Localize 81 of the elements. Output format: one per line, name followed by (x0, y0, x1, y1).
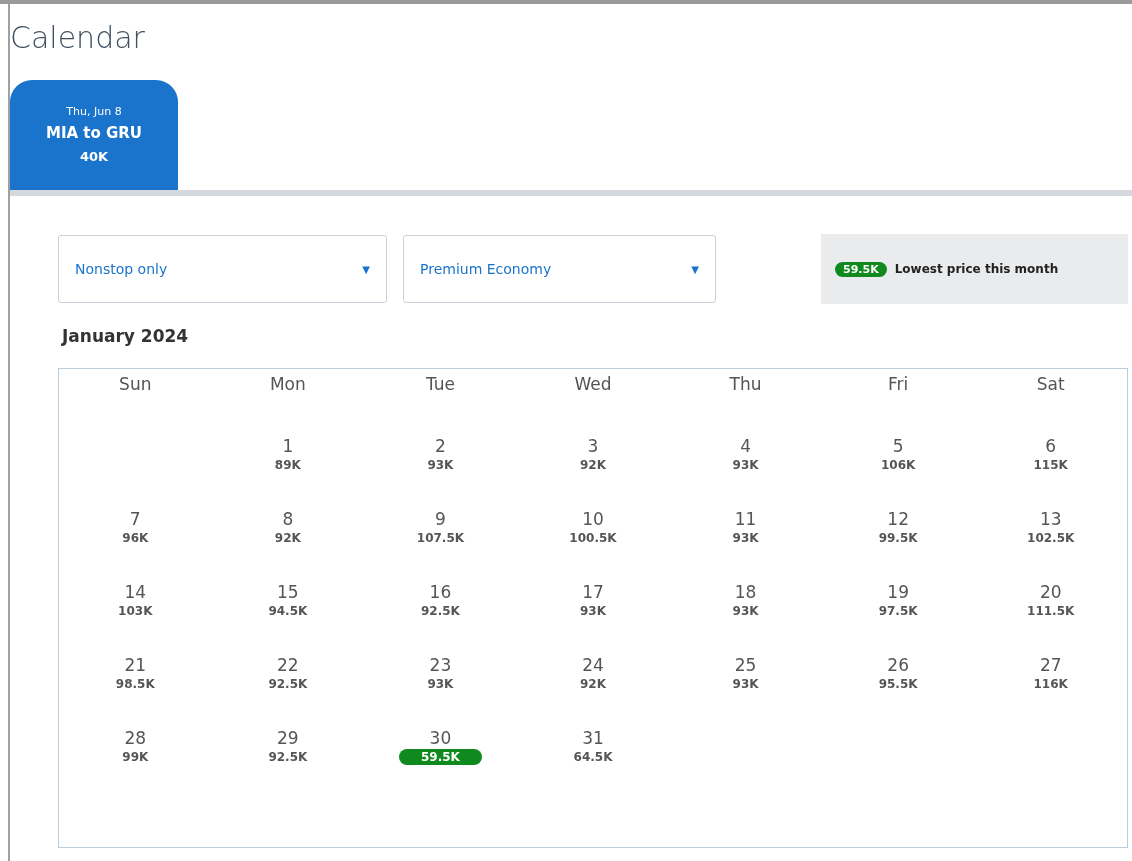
day-number: 7 (129, 507, 141, 530)
day-price: 92K (274, 529, 301, 546)
day-price: 94.5K (268, 602, 308, 619)
weekday-header: Sun (119, 372, 152, 396)
day-price: 93K (580, 602, 606, 619)
day-number: 5 (892, 434, 904, 457)
day-price: 64.5K (573, 748, 613, 765)
day-number: 17 (582, 580, 604, 603)
day-number: 21 (124, 653, 147, 676)
day-price: 111.5K (1027, 602, 1075, 619)
day-number: 3 (587, 434, 599, 457)
day-number: 10 (582, 507, 604, 530)
weekday-header: Sat (1036, 372, 1065, 396)
legend-label: Lowest price this month (894, 261, 1059, 278)
lowest-price-badge: 59.5K (835, 261, 887, 277)
caret-icon: ▼ (691, 261, 699, 277)
day-number: 19 (887, 580, 909, 603)
day-price: 95.5K (878, 675, 918, 692)
day-price: 115K (1033, 456, 1068, 473)
day-price: 98.5K (115, 675, 155, 692)
day-price: 93K (732, 602, 759, 619)
day-number: 29 (277, 726, 299, 749)
day-number: 31 (582, 726, 604, 749)
tab-price: 40K (79, 147, 109, 166)
day-price: 92K (580, 675, 606, 692)
tab-date: Thu, Jun 8 (66, 103, 122, 120)
day-number: 18 (734, 580, 757, 603)
day-price: 92.5K (420, 602, 460, 619)
day-number: 27 (1039, 653, 1062, 676)
weekday-header: Tue (425, 372, 455, 396)
day-price: 100.5K (569, 529, 617, 546)
day-number: 14 (124, 580, 147, 603)
page-title: Calendar (10, 19, 145, 57)
filter-dropdown[interactable]: Nonstop only ▼ (58, 235, 387, 303)
day-price: 116K (1033, 675, 1068, 692)
day-price: 92.5K (268, 748, 308, 765)
flight-tab[interactable]: Thu, Jun 8 MIA to GRU 40K (10, 80, 178, 190)
day-number: 26 (887, 653, 909, 676)
day-price: 102.5K (1027, 529, 1075, 546)
day-price: 92.5K (268, 675, 308, 692)
day-price: 107.5K (416, 529, 465, 546)
weekday-header: Wed (574, 372, 612, 396)
day-number: 22 (277, 653, 299, 676)
day-price: 93K (427, 675, 454, 692)
day-number: 16 (429, 580, 452, 603)
day-number: 12 (887, 507, 909, 530)
month-title: January 2024 (62, 325, 189, 348)
day-number: 2 (435, 434, 446, 457)
caret-icon: ▼ (362, 261, 370, 277)
day-number: 8 (282, 507, 294, 530)
day-price: 103K (118, 602, 153, 619)
day-number: 1 (282, 434, 294, 457)
day-price: 99K (122, 748, 149, 765)
day-price: 93K (732, 456, 759, 473)
weekday-header: Fri (888, 372, 909, 396)
tab-route: MIA to GRU (45, 123, 143, 145)
day-number: 6 (1045, 434, 1057, 457)
day-price: 93K (732, 675, 759, 692)
day-number: 30 (429, 726, 452, 749)
day-price: 89K (274, 456, 301, 473)
day-price: 93K (427, 456, 454, 473)
day-price: 96K (122, 529, 149, 546)
day-number: 4 (740, 434, 751, 457)
weekday-header: Thu (729, 372, 762, 396)
day-price: 93K (732, 529, 759, 546)
day-number: 13 (1039, 507, 1062, 530)
day-price: 92K (580, 456, 606, 473)
day-number: 28 (124, 726, 147, 749)
filter-dropdown[interactable]: Premium Economy ▼ (403, 235, 716, 303)
day-number: 20 (1039, 580, 1062, 603)
day-number: 15 (277, 580, 299, 603)
day-price: 97.5K (878, 602, 918, 619)
day-price: 106K (880, 456, 916, 473)
weekday-header: Mon (269, 372, 306, 396)
day-price: 59.5K (398, 748, 482, 765)
day-number: 23 (429, 653, 452, 676)
day-number: 9 (435, 507, 446, 530)
day-number: 11 (734, 507, 757, 530)
day-number: 25 (734, 653, 757, 676)
day-price: 99.5K (878, 529, 918, 546)
day-number: 24 (582, 653, 604, 676)
